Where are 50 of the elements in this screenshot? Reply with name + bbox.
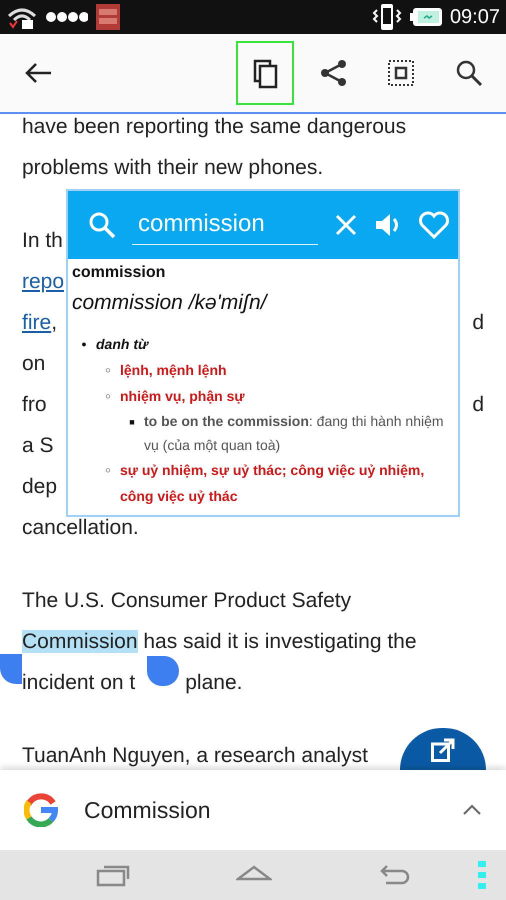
definition-text: lệnh, mệnh lệnh: [120, 360, 227, 380]
article-link[interactable]: repo: [22, 270, 64, 293]
heart-icon: [418, 211, 450, 239]
headword: commission: [72, 263, 166, 283]
article-text: plane.: [185, 671, 242, 694]
back-icon: [378, 862, 410, 887]
search-query: Commission: [84, 796, 211, 825]
article-text: d: [472, 393, 484, 416]
article-text: In th: [22, 229, 63, 252]
article-text: ,: [51, 311, 58, 334]
article-text: a S: [22, 434, 54, 457]
definition-text: nhiệm vụ, phận sự: [120, 386, 244, 406]
bullet-marker: ○: [104, 364, 112, 376]
article-text: incident on t: [22, 671, 136, 694]
definition-text: sự uỷ nhiệm, sự uỷ thác; công việc uỷ nhiệm, công việc uỷ thác: [120, 460, 426, 506]
pronunciation: commission /kə'miʃn/: [72, 290, 270, 316]
bullet-marker: ○: [104, 390, 112, 402]
article-text: on: [22, 352, 46, 375]
example-text: to be on the commission: đang thi hành nhiệm vụ (của một quan toà): [144, 412, 445, 455]
article-text: d: [472, 311, 484, 334]
article-text: The U.S. Consumer Product Safety: [22, 589, 352, 612]
open-external-icon: [431, 738, 455, 762]
selected-word: Commission: [22, 630, 138, 653]
menu-icon: [478, 861, 486, 889]
google-logo-icon: [24, 793, 58, 827]
copy-button[interactable]: [236, 41, 294, 105]
favorite-button[interactable]: [418, 211, 450, 239]
search-icon: [88, 211, 116, 239]
article-text: cancellation.: [22, 516, 139, 539]
app-icon: [96, 4, 120, 30]
article-text: problems with their new phones.: [22, 156, 324, 179]
part-of-speech: danh từ: [96, 334, 148, 354]
chevron-up-icon: [462, 804, 482, 816]
clear-button[interactable]: [334, 212, 358, 238]
bullet-marker: ■: [128, 416, 136, 428]
select-all-icon: [385, 57, 417, 89]
article-text: TuanAnh Nguyen, a research analyst: [22, 744, 368, 767]
selection-handle[interactable]: [0, 654, 22, 684]
article-link[interactable]: fire: [22, 311, 52, 334]
selection-handle[interactable]: [147, 656, 180, 686]
article-text: fro: [22, 393, 47, 416]
article-text: have been reporting the same dangerous: [22, 115, 406, 138]
bullet-marker: ●: [80, 338, 88, 350]
article-text: dep: [22, 475, 58, 498]
signal-icon: [46, 11, 88, 23]
status-time: 09:07: [450, 5, 500, 30]
close-icon: [334, 212, 358, 237]
article-text: has said it is investigating the: [142, 630, 417, 653]
battery-icon: [410, 7, 442, 27]
bullet-marker: ○: [104, 464, 112, 476]
